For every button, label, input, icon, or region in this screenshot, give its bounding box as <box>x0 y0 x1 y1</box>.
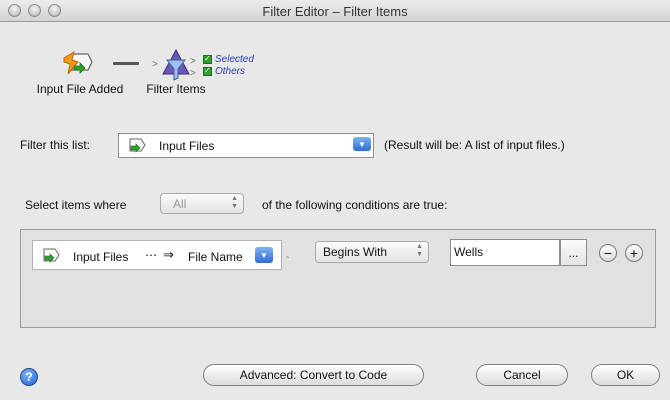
output-label: Selected <box>215 53 254 65</box>
browse-label: ... <box>568 245 579 260</box>
cancel-label: Cancel <box>503 368 541 382</box>
action-input-file-added[interactable]: Input File Added <box>20 48 140 96</box>
arrow-right-icon: ⇒ <box>163 247 174 262</box>
remove-condition-button[interactable]: − <box>599 244 617 262</box>
operator-popup[interactable]: Begins With ▲ ▼ <box>315 241 429 263</box>
output-others: ✓ Others <box>203 65 245 77</box>
question-mark-icon: ? <box>25 370 33 384</box>
file-list-icon <box>43 248 60 263</box>
checkbox-icon: ✓ <box>203 54 212 64</box>
advanced-label: Advanced: Convert to Code <box>239 368 388 382</box>
plus-icon: + <box>629 245 639 261</box>
condition-value-field[interactable]: Wells <box>450 239 560 266</box>
workflow-connector <box>113 62 139 65</box>
quantifier-popup[interactable]: All ▲ ▼ <box>160 193 244 214</box>
filter-list-label: Filter this list: <box>20 138 91 152</box>
ok-button[interactable]: OK <box>591 364 660 386</box>
cancel-button[interactable]: Cancel <box>476 364 568 386</box>
up-down-arrows-icon: ▲ ▼ <box>231 195 238 210</box>
chevron-small-icon: ‸ <box>286 248 290 258</box>
select-items-prefix: Select items where <box>25 198 127 212</box>
chevron-down-icon: ▼ <box>353 137 371 151</box>
action-filter-items[interactable]: Filter Items <box>140 48 212 96</box>
filter-list-popup[interactable]: Input Files ▼ <box>118 133 374 158</box>
title-bar: Filter Editor – Filter Items <box>0 0 670 22</box>
result-text: (Result will be: A list of input files.) <box>384 138 565 152</box>
filter-funnel-icon <box>162 48 190 81</box>
browse-button[interactable]: ... <box>560 239 587 266</box>
more-ellipsis-icon: ⋯ <box>145 248 157 262</box>
action-label: Input File Added <box>36 82 124 96</box>
input-file-action-icon <box>63 50 93 75</box>
chevron-right-icon: > <box>190 56 196 67</box>
up-down-arrows-icon: ▲ ▼ <box>416 243 423 258</box>
help-button[interactable]: ? <box>20 368 38 386</box>
add-condition-button[interactable]: + <box>625 244 643 262</box>
minus-icon: − <box>603 245 613 261</box>
quantifier-value: All <box>173 197 187 211</box>
filter-list-value: Input Files <box>159 138 215 153</box>
condition-property: File Name <box>188 250 243 264</box>
window-title: Filter Editor – Filter Items <box>262 4 408 19</box>
checkbox-icon: ✓ <box>203 66 212 76</box>
chevron-right-icon: > <box>190 68 196 79</box>
condition-source: Input Files <box>73 250 129 264</box>
advanced-convert-button[interactable]: Advanced: Convert to Code <box>203 364 424 386</box>
chevron-down-icon[interactable]: ▼ <box>255 247 273 263</box>
action-label: Filter Items <box>146 82 206 96</box>
file-list-icon <box>129 138 146 153</box>
operator-value: Begins With <box>323 245 388 259</box>
condition-value: Wells <box>454 245 484 259</box>
output-label: Others <box>215 65 246 77</box>
condition-source-token[interactable]: Input Files ⋯ ⇒ File Name ▼ <box>32 240 282 270</box>
select-items-suffix: of the following conditions are true: <box>262 198 448 212</box>
output-selected: ✓ Selected <box>203 53 254 65</box>
ok-label: OK <box>616 368 635 382</box>
